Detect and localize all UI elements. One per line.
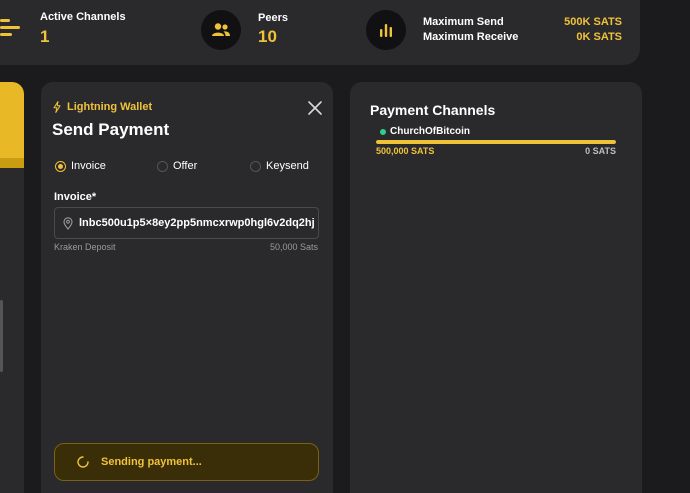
channel-balance-bar: [376, 140, 616, 144]
radio-invoice[interactable]: Invoice: [55, 160, 106, 172]
invoice-amount: 50,000 Sats: [269, 242, 318, 252]
channel-name-row: ChurchOfBitcoin: [380, 126, 470, 137]
channel-balance-fill: [376, 140, 616, 144]
location-pin-icon: [63, 216, 73, 230]
radio-offer-indicator[interactable]: [157, 160, 168, 172]
invoice-field-label: Invoice*: [54, 191, 97, 203]
capacity-icon-badge: [366, 10, 406, 50]
channel-local-balance: 500,000 SATS: [376, 146, 435, 156]
side-panel: [0, 82, 24, 493]
spinner-icon: [77, 456, 89, 468]
invoice-description: Kraken Deposit: [54, 242, 116, 252]
active-channels-label: Active Channels: [40, 11, 126, 23]
channel-remote-balance: 0 SATS: [585, 146, 616, 156]
side-panel-header: [0, 82, 24, 158]
max-send-value: 500K SATS: [564, 16, 622, 28]
invoice-field[interactable]: [54, 207, 319, 239]
stats-bar: Active Channels 1 Peers 10 Maximum Send …: [0, 0, 640, 65]
channel-item[interactable]: ChurchOfBitcoin 500,000 SATS 0 SATS: [376, 126, 616, 158]
channel-name: ChurchOfBitcoin: [390, 126, 470, 137]
sending-payment-label: Sending payment...: [101, 456, 202, 468]
channel-status-dot: [380, 128, 386, 135]
max-send-label: Maximum Send: [423, 16, 504, 28]
payment-channels-card: Payment Channels ChurchOfBitcoin 500,000…: [350, 82, 642, 493]
radio-keysend-indicator[interactable]: [250, 160, 261, 172]
active-channels-value: 1: [40, 27, 50, 46]
close-icon: [308, 101, 322, 115]
wallet-brand: Lightning Wallet: [53, 101, 152, 113]
radio-offer[interactable]: Offer: [157, 160, 197, 172]
max-receive-value: 0K SATS: [576, 31, 622, 43]
users-icon: [212, 23, 230, 36]
radio-invoice-indicator[interactable]: [55, 160, 66, 172]
card-title: Send Payment: [52, 120, 170, 139]
send-payment-card: Lightning Wallet Send Payment Invoice Of…: [41, 82, 333, 493]
channels-title: Payment Channels: [370, 102, 496, 118]
lightning-icon: [53, 101, 61, 113]
radio-keysend[interactable]: Keysend: [250, 160, 309, 172]
side-panel-scrollbar[interactable]: [0, 300, 3, 372]
peers-value: 10: [258, 27, 277, 46]
radio-invoice-label: Invoice: [71, 160, 106, 172]
sending-payment-button[interactable]: Sending payment...: [54, 443, 319, 481]
menu-icon[interactable]: [0, 17, 22, 39]
invoice-input[interactable]: [79, 217, 315, 229]
wallet-brand-label: Lightning Wallet: [67, 101, 153, 113]
peers-icon-badge: [201, 10, 241, 50]
max-receive-label: Maximum Receive: [423, 31, 519, 43]
bar-chart-icon: [380, 24, 392, 37]
radio-offer-label: Offer: [173, 160, 198, 172]
side-panel-divider: [0, 158, 24, 168]
radio-keysend-label: Keysend: [266, 160, 309, 172]
close-button[interactable]: [307, 100, 323, 116]
peers-label: Peers: [258, 12, 288, 24]
